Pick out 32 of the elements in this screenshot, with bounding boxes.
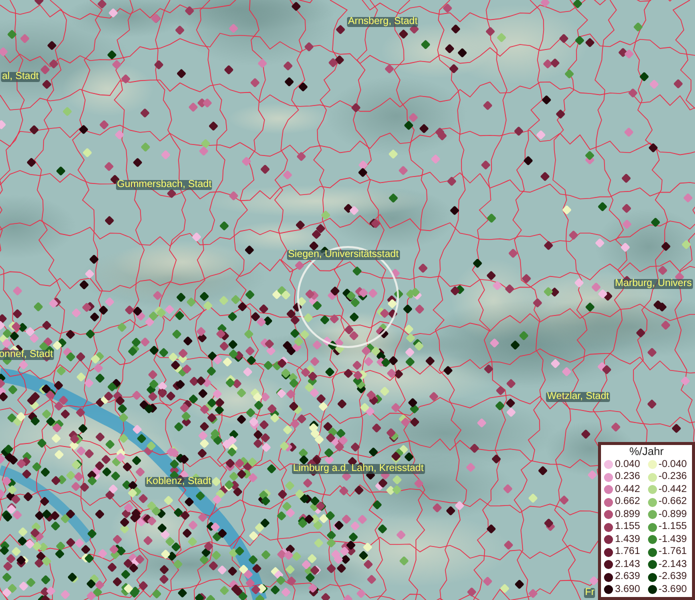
place-label: Gummersbach, Stadt bbox=[116, 180, 212, 190]
legend-value: -0.442 bbox=[658, 484, 687, 495]
place-label: Fr bbox=[584, 588, 596, 598]
legend-value: -2.143 bbox=[658, 560, 687, 570]
legend-value: 1.155 bbox=[615, 522, 640, 532]
legend-value: 1.439 bbox=[615, 534, 640, 545]
legend-value: -0.662 bbox=[658, 497, 687, 508]
legend-value: -2.639 bbox=[658, 572, 687, 582]
place-label: Wetzlar, Stadt bbox=[546, 392, 610, 402]
legend-value: 0.899 bbox=[615, 510, 640, 520]
legend-value: 0.662 bbox=[615, 497, 640, 508]
place-label: Marburg, Univers bbox=[614, 279, 693, 289]
legend-value: -1.155 bbox=[658, 522, 687, 532]
place-label: Koblenz, Stadt bbox=[145, 477, 212, 487]
legend-value: -0.236 bbox=[658, 472, 687, 482]
legend-value: -1.761 bbox=[658, 547, 687, 558]
legend-title: %/Jahr bbox=[628, 446, 665, 458]
legend-value: -0.040 bbox=[658, 460, 687, 470]
place-label: Limburg a.d. Lahn, Kreisstadt bbox=[292, 464, 425, 474]
legend-value: -3.690 bbox=[658, 584, 687, 595]
legend-value: -0.899 bbox=[658, 510, 687, 520]
legend-value: 3.690 bbox=[615, 584, 640, 595]
place-label: Arnsberg, Stadt bbox=[347, 17, 418, 27]
legend-value: 0.040 bbox=[615, 460, 640, 470]
place-label: al, Stadt bbox=[1, 72, 40, 82]
legend-value: 0.442 bbox=[615, 484, 640, 495]
legend-value: 0.236 bbox=[615, 472, 640, 482]
place-label: Siegen, Universitätsstadt bbox=[287, 250, 400, 260]
legend-value: 2.639 bbox=[615, 572, 640, 582]
legend-value: 2.143 bbox=[615, 560, 640, 570]
legend-value: -1.439 bbox=[658, 534, 687, 545]
legend-value: 1.761 bbox=[615, 547, 640, 558]
